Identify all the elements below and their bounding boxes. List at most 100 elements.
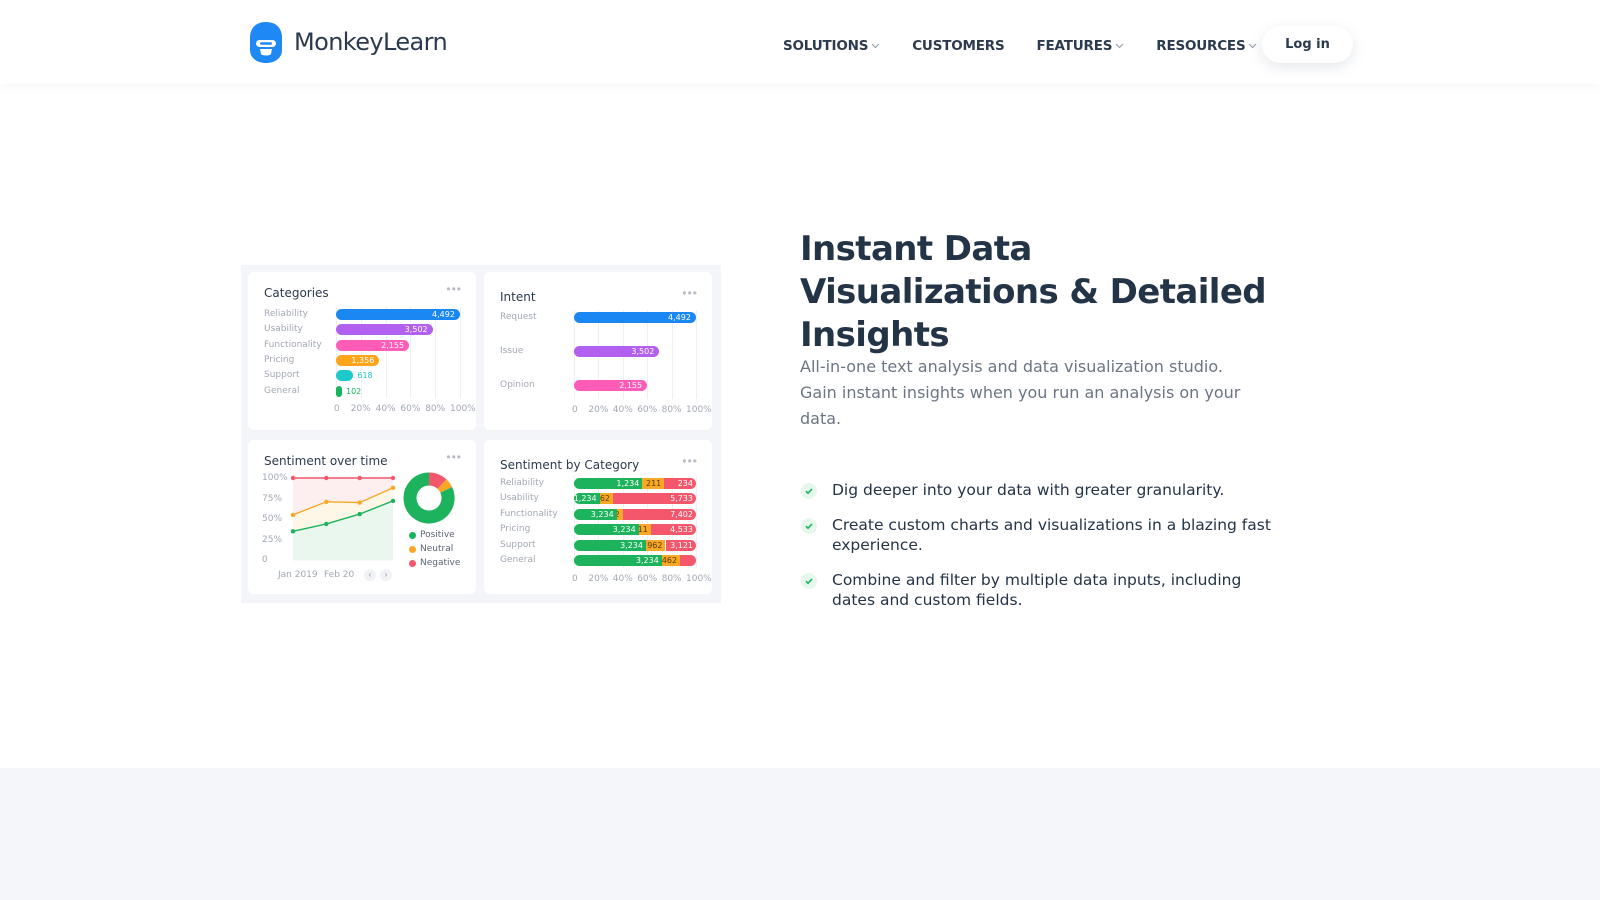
neutral-point <box>390 485 396 491</box>
bar-value-label: 3,502 <box>404 325 428 335</box>
bar-label: Request <box>500 312 537 322</box>
nav-resources-label: RESOURCES <box>1156 38 1246 54</box>
positive-segment: 3,234 <box>574 524 639 536</box>
feature-item: Dig deeper into your data with greater g… <box>800 480 1280 500</box>
chevron-right-icon[interactable]: › <box>380 569 392 581</box>
nav-features[interactable]: FEATURES <box>1036 38 1124 54</box>
feature-text: Combine and filter by multiple data inpu… <box>832 571 1242 609</box>
sentiment-over-time-card: Sentiment over time ••• 100% 75% 50% 25% 0 Po… <box>248 440 476 594</box>
positive-point <box>390 498 396 504</box>
bar-label: Usability <box>500 493 539 504</box>
sentiment-by-category-card: Sentiment by Category ••• Reliability 1,2… <box>484 440 712 594</box>
nav-customers[interactable]: CUSTOMERS <box>912 38 1004 54</box>
axis-tick-label: 80% <box>425 404 446 414</box>
positive-segment: 1,234 <box>574 478 643 489</box>
neutral-point <box>324 499 329 504</box>
nav-resources[interactable]: RESOURCES <box>1156 38 1257 54</box>
legend-dot <box>409 559 416 567</box>
ellipsis-icon[interactable]: ••• <box>682 286 698 300</box>
main-nav: SOLUTIONS CUSTOMERS FEATURES RESOURCES <box>783 38 1257 54</box>
negative-point <box>324 475 329 481</box>
bar-label: General <box>264 385 300 396</box>
neutral-segment: 12 <box>616 508 623 520</box>
chevron-left-icon[interactable]: ‹ <box>364 569 376 581</box>
axis-tick-label: 100% <box>450 404 476 414</box>
axis-tick-label: 0 <box>572 405 578 415</box>
neutral-segment: 962 <box>645 539 666 551</box>
nav-solutions[interactable]: SOLUTIONS <box>783 38 880 54</box>
categories-title: Categories <box>264 286 329 300</box>
chevron-down-icon <box>1249 43 1257 49</box>
check-icon <box>801 573 817 589</box>
positive-point <box>357 511 362 517</box>
categories-card: Categories ••• Reliability 4,492 Usability… <box>248 272 476 430</box>
neutral-point <box>290 512 296 518</box>
gridline <box>360 307 362 398</box>
logo[interactable]: MonkeyLearn <box>247 20 448 64</box>
bar-value-label: 1,356 <box>351 355 375 365</box>
feature-list: Dig deeper into your data with greater g… <box>800 480 1280 625</box>
bar-label: Reliability <box>500 478 544 488</box>
dashboard-preview: Categories ••• Reliability 4,492 Usability… <box>241 265 721 603</box>
next-section-band <box>0 768 1600 900</box>
positive-segment: 1,234 <box>574 493 600 505</box>
legend-dot <box>409 531 416 539</box>
axis-tick-label: 20% <box>588 405 609 415</box>
gridline <box>574 476 575 568</box>
nav-customers-label: CUSTOMERS <box>912 38 1005 54</box>
intent-title: Intent <box>500 290 536 304</box>
axis-tick-label: 20% <box>350 404 371 414</box>
chevron-down-icon <box>871 43 880 49</box>
bar-label: Opinion <box>500 380 535 390</box>
ellipsis-icon[interactable]: ••• <box>682 454 698 468</box>
bar <box>336 370 354 382</box>
bar-label: Support <box>264 370 300 381</box>
gridline <box>671 310 673 399</box>
axis-tick-label: 60% <box>400 404 421 414</box>
bar-value-label: 2,155 <box>619 381 643 390</box>
gridline <box>435 307 437 398</box>
gridline <box>385 307 387 398</box>
axis-tick-label: 40% <box>375 404 396 414</box>
bar-label: Pricing <box>264 354 295 365</box>
bar-value-label: 3,502 <box>631 347 655 356</box>
bar-value-label: 4,492 <box>432 310 455 319</box>
negative-point <box>357 475 362 481</box>
brand-name: MonkeyLearn <box>294 28 448 56</box>
axis-tick-label: 60% <box>637 574 658 584</box>
x-axis-tick-label: Jan 2019 <box>278 570 318 580</box>
check-icon <box>801 483 817 499</box>
bar-label: Reliability <box>264 309 308 319</box>
bar-label: Functionality <box>264 339 322 350</box>
bar-label: Issue <box>500 346 524 356</box>
intent-card: Intent ••• Request 4,492 Issue 3,502 Opinion… <box>484 272 712 430</box>
neutral-segment: 211 <box>638 524 651 536</box>
neutral-segment: 211 <box>642 478 665 489</box>
positive-segment: 3,234 <box>574 555 662 566</box>
bar-label: Pricing <box>500 524 531 535</box>
feature-item: Combine and filter by multiple data inpu… <box>800 570 1280 610</box>
neutral-donut-slice <box>437 479 453 493</box>
bar-value-label: 4,492 <box>668 313 691 322</box>
negative-point <box>290 475 296 481</box>
bar <box>336 385 342 397</box>
bar-value-label: 618 <box>357 371 373 381</box>
axis-tick-label: 100% <box>686 574 712 584</box>
chevron-down-icon <box>1115 43 1124 49</box>
ellipsis-icon[interactable]: ••• <box>446 282 462 296</box>
positive-segment: 3,234 <box>574 539 646 551</box>
negative-segment <box>680 555 696 566</box>
legend-label: Positive <box>420 530 455 540</box>
login-button[interactable]: Log in <box>1262 26 1353 63</box>
bar-label: Usability <box>264 324 303 335</box>
axis-tick-label: 100% <box>686 405 712 415</box>
neutral-segment: 462 <box>599 493 614 505</box>
gridline <box>460 307 461 398</box>
legend-dot <box>409 545 416 553</box>
bar-label: Functionality <box>500 508 558 519</box>
positive-segment: 3,234 <box>574 508 617 520</box>
feature-text: Create custom charts and visualizations … <box>832 516 1271 554</box>
gridline <box>410 307 412 398</box>
neutral-segment: 462 <box>661 555 681 566</box>
nav-features-label: FEATURES <box>1036 38 1113 54</box>
